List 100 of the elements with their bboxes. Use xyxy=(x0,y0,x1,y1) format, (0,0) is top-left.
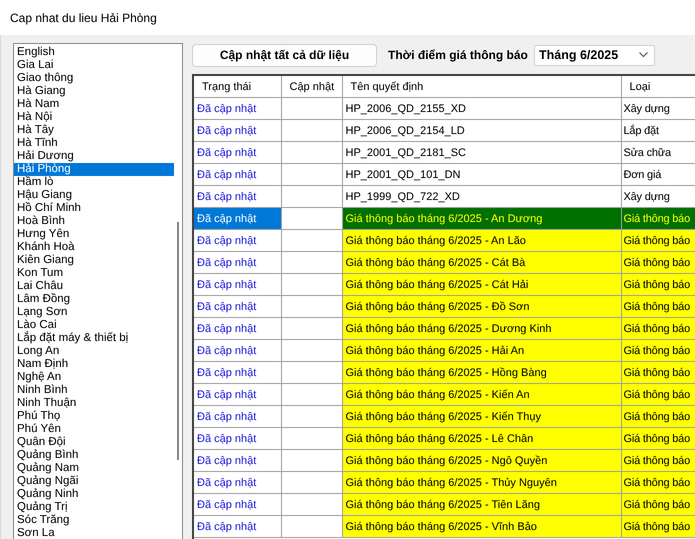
list-item[interactable]: Quảng Ninh xyxy=(14,488,174,501)
table-cell: Đã cập nhật xyxy=(194,230,281,252)
table-cell: Giá thông báo tháng 6/2025 - Kiến Thụy xyxy=(342,406,621,428)
list-item[interactable]: Nghệ An xyxy=(14,371,174,384)
table-cell: Giá thông báo xyxy=(621,296,695,318)
table-cell: Giá thông báo xyxy=(621,252,695,274)
list-item[interactable]: Lâm Đồng xyxy=(14,293,174,306)
list-item[interactable]: Giao thông xyxy=(14,72,174,85)
table-cell: Giá thông báo tháng 6/2025 - Thủy Nguyên xyxy=(342,472,621,494)
column-header[interactable]: Cập nhật xyxy=(281,76,342,98)
list-item[interactable]: Khánh Hoà xyxy=(14,241,174,254)
table-cell: Giá thông báo tháng 6/2025 - Ngô Quyền xyxy=(342,450,621,472)
list-item[interactable]: Quảng Ngãi xyxy=(14,475,174,488)
window-title: Cap nhat du lieu Hải Phòng xyxy=(10,10,157,24)
list-item[interactable]: Lào Cai xyxy=(14,319,174,332)
table-cell: Đã cập nhật xyxy=(194,362,281,384)
list-item[interactable]: Lai Châu xyxy=(14,280,174,293)
table-cell: Giá thông báo tháng 6/2025 - Tiên Lãng xyxy=(342,494,621,516)
list-item[interactable]: Hoà Bình xyxy=(14,215,174,228)
list-item[interactable]: Hà Nam xyxy=(14,98,174,111)
table-cell: Giá thông báo xyxy=(621,450,695,472)
table-cell: Giá thông báo tháng 6/2025 - Dương Kinh xyxy=(342,318,621,340)
table-cell: Đã cập nhật xyxy=(194,318,281,340)
table-cell: Giá thông báo tháng 6/2025 - Vĩnh Bảo xyxy=(342,516,621,538)
table-cell: Giá thông báo tháng 6/2025 - An Dương xyxy=(342,208,621,230)
list-item[interactable]: Ninh Thuận xyxy=(14,397,174,410)
list-item[interactable]: Lạng Sơn xyxy=(14,306,174,319)
table-cell: HP_2001_QD_101_DN xyxy=(342,164,621,186)
table-cell: HP_2006_QD_2155_XD xyxy=(342,98,621,120)
column-header[interactable]: Trạng thái xyxy=(194,76,281,98)
table-cell: Đã cập nhật xyxy=(194,120,281,142)
table-cell: Giá thông báo xyxy=(621,472,695,494)
list-item[interactable]: Ninh Bình xyxy=(14,384,174,397)
table-cell: Giá thông báo tháng 6/2025 - Đồ Sơn xyxy=(342,296,621,318)
table-cell: Giá thông báo tháng 6/2025 - Hồng Bàng xyxy=(342,362,621,384)
list-item[interactable]: Hải Dương xyxy=(14,150,174,163)
table-cell: Giá thông báo xyxy=(621,494,695,516)
table-cell: Giá thông báo xyxy=(621,318,695,340)
table-cell: Giá thông báo xyxy=(621,516,695,538)
table-cell: Giá thông báo xyxy=(621,230,695,252)
table-cell: Đã cập nhật xyxy=(194,208,281,230)
list-item[interactable]: Hà Tĩnh xyxy=(14,137,174,150)
table-cell: Đã cập nhật xyxy=(194,340,281,362)
list-item[interactable]: Phú Thọ xyxy=(14,410,174,423)
table-cell: Đã cập nhật xyxy=(194,472,281,494)
table-cell: Giá thông báo tháng 6/2025 - Cát Hải xyxy=(342,274,621,296)
table-cell: Đã cập nhật xyxy=(194,142,281,164)
table-cell: Giá thông báo tháng 6/2025 - Kiến An xyxy=(342,384,621,406)
list-item[interactable]: Hà Tây xyxy=(14,124,174,137)
table-cell: Giá thông báo tháng 6/2025 - An Lão xyxy=(342,230,621,252)
list-item[interactable]: Hồ Chí Minh xyxy=(14,202,174,215)
table-cell: Giá thông báo xyxy=(621,384,695,406)
table-cell: Giá thông báo tháng 6/2025 - Cát Bà xyxy=(342,252,621,274)
update-all-button[interactable]: Cập nhật tất cả dữ liệu xyxy=(192,44,377,66)
table-cell: Giá thông báo xyxy=(621,406,695,428)
list-item[interactable]: Quảng Trị xyxy=(14,501,174,514)
province-list[interactable] xyxy=(13,43,183,539)
list-item[interactable]: Quân Đội xyxy=(14,436,174,449)
table-cell: Đã cập nhật xyxy=(194,406,281,428)
list-item[interactable]: Quảng Bình xyxy=(14,449,174,462)
list-item[interactable]: Gia Lai xyxy=(14,59,174,72)
list-item[interactable]: Sóc Trăng xyxy=(14,514,174,527)
period-select[interactable]: Tháng 6/2025 xyxy=(534,44,655,66)
table-cell: Giá thông báo tháng 6/2025 - Lê Chân xyxy=(342,428,621,450)
table-cell: Đã cập nhật xyxy=(194,516,281,538)
table-cell: Giá thông báo xyxy=(621,428,695,450)
table-cell: HP_2006_QD_2154_LD xyxy=(342,120,621,142)
table-cell: Đã cập nhật xyxy=(194,98,281,120)
table-cell: Đã cập nhật xyxy=(194,164,281,186)
column-header[interactable]: Tên quyết định xyxy=(342,76,621,98)
list-item[interactable]: Nam Định xyxy=(14,358,174,371)
table-cell: HP_2001_QD_2181_SC xyxy=(342,142,621,164)
table-cell: Đã cập nhật xyxy=(194,384,281,406)
table-cell: Đã cập nhật xyxy=(194,274,281,296)
list-item[interactable]: Lắp đặt máy & thiết bị xyxy=(14,332,174,345)
scrollbar-thumb[interactable] xyxy=(177,222,179,460)
list-item[interactable]: Hải Phòng xyxy=(14,163,174,176)
list-item[interactable]: Quảng Nam xyxy=(14,462,174,475)
list-item[interactable]: Phú Yên xyxy=(14,423,174,436)
period-label: Thời điểm giá thông báo xyxy=(388,48,529,62)
list-item[interactable]: Kiên Giang xyxy=(14,254,174,267)
list-item[interactable]: Hưng Yên xyxy=(14,228,174,241)
table-cell: Giá thông báo xyxy=(621,362,695,384)
list-item[interactable]: English xyxy=(14,46,174,59)
table-cell: Đã cập nhật xyxy=(194,296,281,318)
table-cell: Đã cập nhật xyxy=(194,252,281,274)
list-item[interactable]: Long An xyxy=(14,345,174,358)
table-cell: Giá thông báo xyxy=(621,208,695,230)
table-cell: Giá thông báo xyxy=(621,340,695,362)
table-cell: Giá thông báo xyxy=(621,274,695,296)
list-item[interactable]: Hà Nội xyxy=(14,111,174,124)
list-item[interactable]: Kon Tum xyxy=(14,267,174,280)
list-item[interactable]: Hầm lò xyxy=(14,176,174,189)
table-cell: Đã cập nhật xyxy=(194,428,281,450)
list-item[interactable]: Hà Giang xyxy=(14,85,174,98)
table-cell: Đã cập nhật xyxy=(194,494,281,516)
list-item[interactable]: Hậu Giang xyxy=(14,189,174,202)
chevron-down-icon xyxy=(639,52,648,58)
table-cell: Giá thông báo tháng 6/2025 - Hải An xyxy=(342,340,621,362)
list-item[interactable]: Sơn La xyxy=(14,527,174,539)
